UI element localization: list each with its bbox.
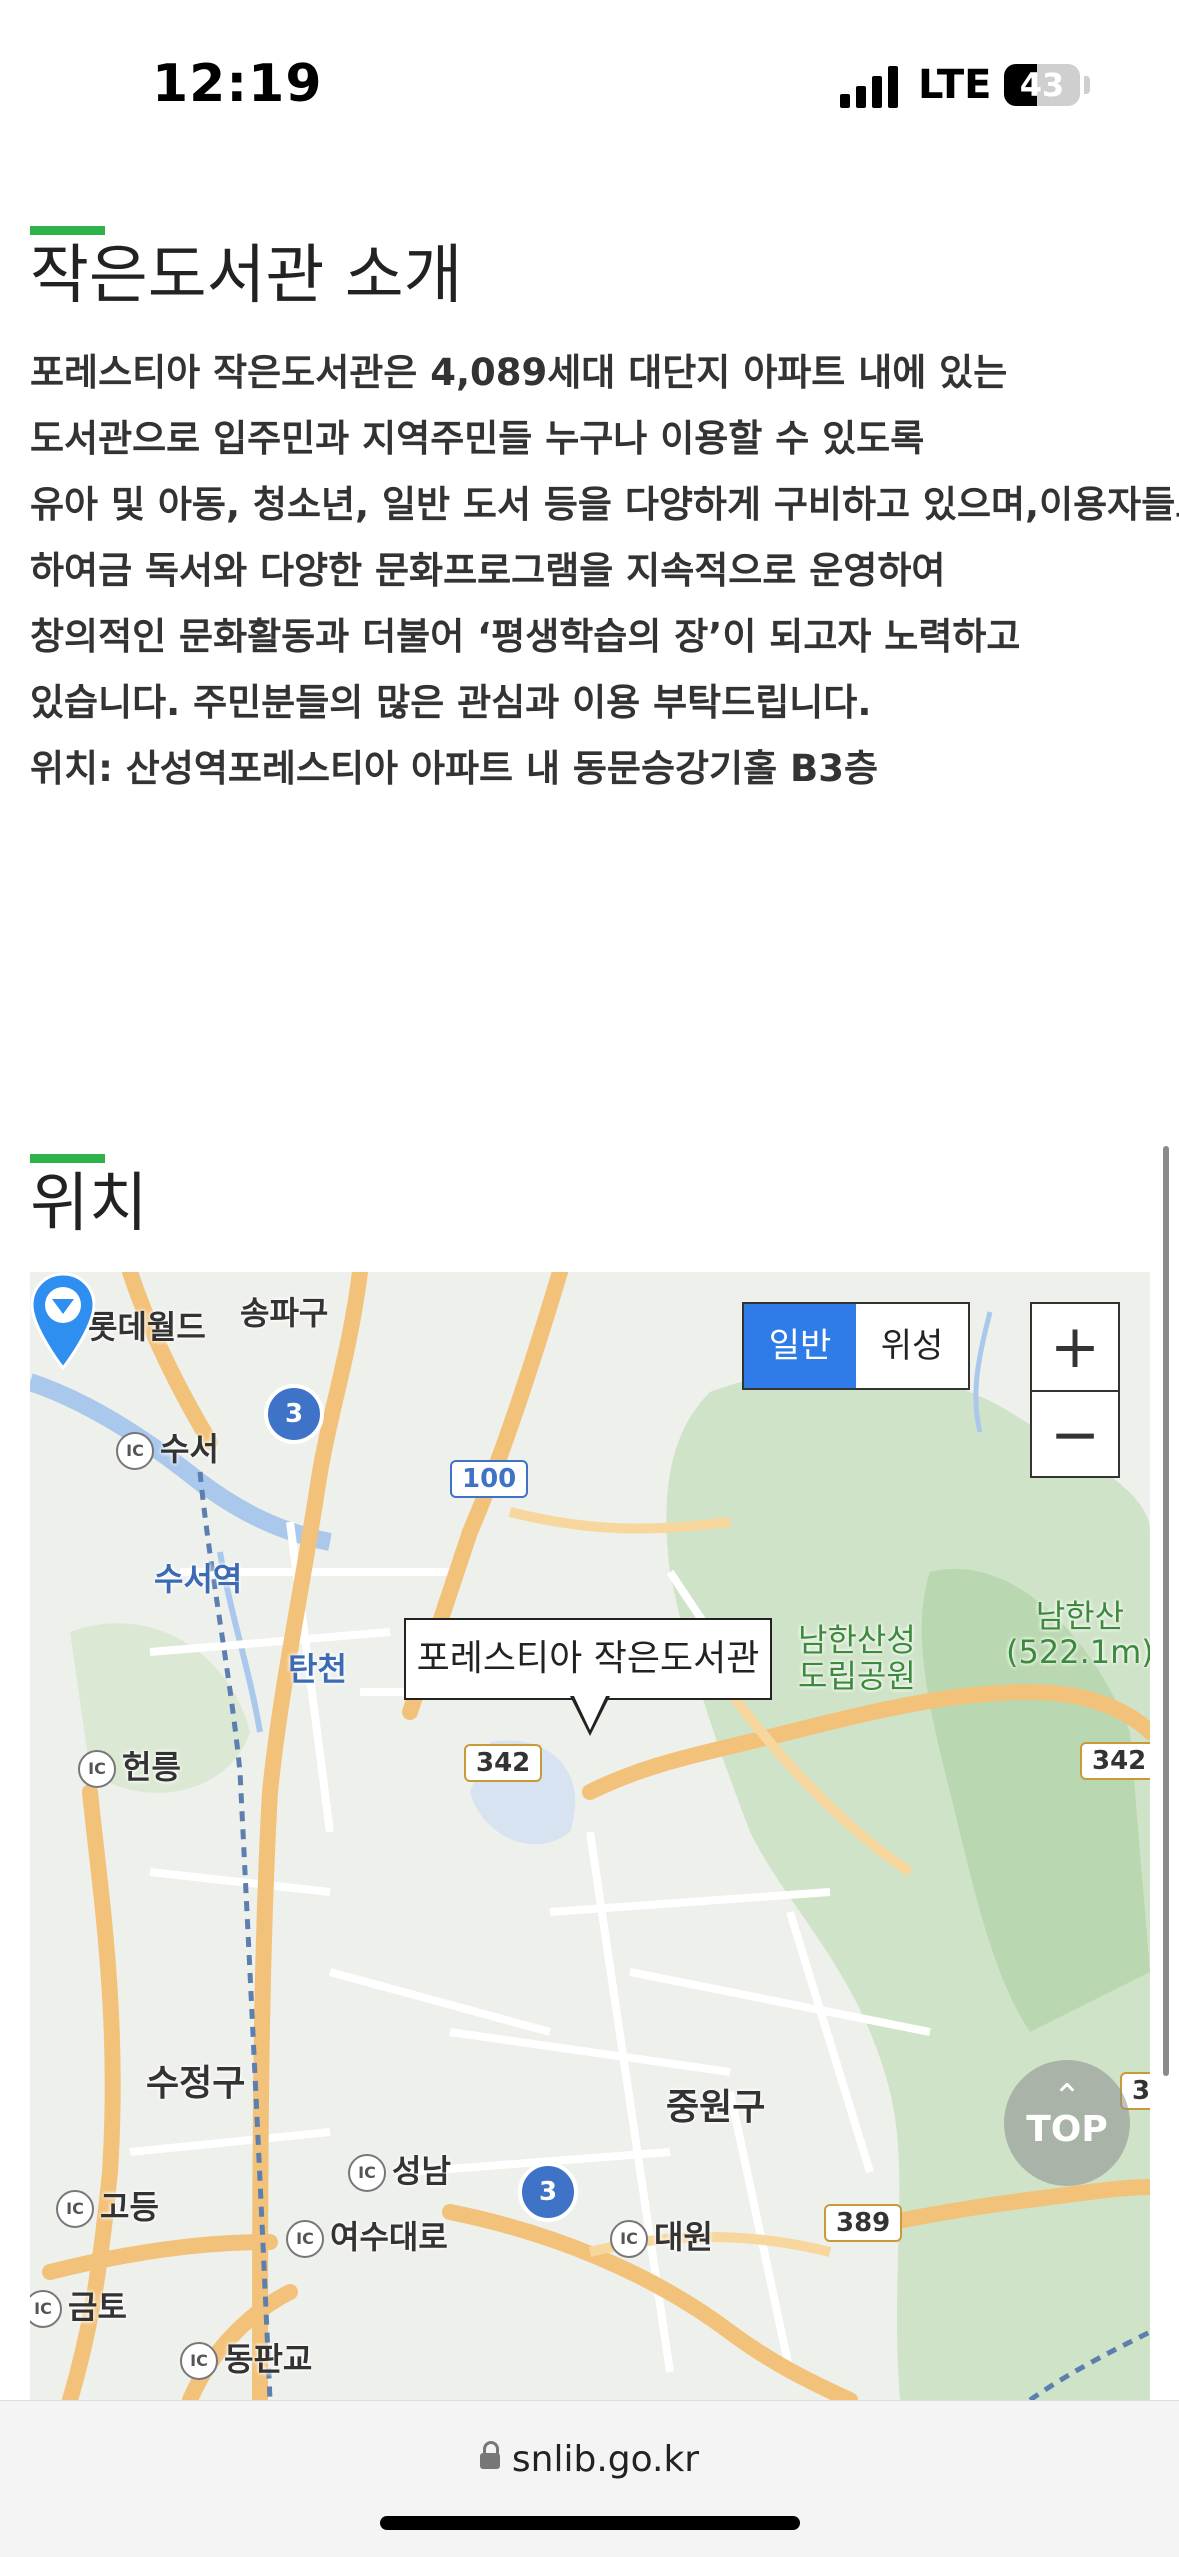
- map-label-yeosu: IC 여수대로: [286, 2212, 448, 2258]
- ic-icon: IC: [286, 2220, 324, 2258]
- map-label-songpa: 송파구: [240, 1294, 329, 1332]
- url-text: snlib.go.kr: [511, 2439, 700, 2480]
- intro-line: 유아 및 아동, 청소년, 일반 도서 등을 다양하게 구비하고 있으며,이용자…: [30, 483, 1179, 526]
- location-title: 위치: [30, 1167, 148, 1241]
- status-time: 12:19: [152, 54, 323, 114]
- route-badge-100: 100: [450, 1460, 529, 1498]
- ic-icon: IC: [348, 2154, 386, 2192]
- route-badge-3: 3: [264, 1384, 324, 1444]
- map-label-sujeong: 수정구: [146, 2063, 246, 2104]
- map-label-jungwon: 중원구: [666, 2087, 766, 2128]
- map-label-suseo: IC 수서: [116, 1424, 219, 1470]
- ic-icon: IC: [78, 1750, 116, 1788]
- map-label-heonneung: IC 헌릉: [78, 1742, 181, 1788]
- map-type-toggle[interactable]: 일반 위성: [742, 1302, 970, 1390]
- map-label-tancheon: 탄천: [288, 1650, 347, 1688]
- intro-line: 창의적인 문화활동과 더불어 ‘평생학습의 장’이 되고자 노력하고: [30, 615, 1021, 658]
- ic-icon: IC: [116, 1432, 154, 1470]
- map-label-godeung: IC 고등: [56, 2182, 159, 2228]
- map-label-suseo-station: 수서역: [154, 1560, 243, 1598]
- map-label-geumto: IC 금토: [30, 2282, 127, 2328]
- map-type-satellite-button[interactable]: 위성: [856, 1304, 968, 1388]
- ic-icon: IC: [610, 2220, 648, 2258]
- route-badge-342: 342: [464, 1744, 543, 1782]
- map-label-daewon: IC 대원: [610, 2212, 713, 2258]
- intro-location-line: 위치: 산성역포레스티아 아파트 내 동문승강기홀 B3층: [30, 747, 878, 790]
- intro-title: 작은도서관 소개: [30, 239, 463, 313]
- intro-text: 포레스티아 작은도서관은 4,089세대 대단지 아파트 내에 있는 도서관으로…: [30, 340, 1179, 802]
- url-display[interactable]: snlib.go.kr: [0, 2439, 1179, 2480]
- map-type-normal-button[interactable]: 일반: [744, 1304, 856, 1388]
- zoom-in-button[interactable]: +: [1032, 1304, 1118, 1392]
- zoom-controls: + −: [1030, 1302, 1120, 1478]
- scrollbar[interactable]: [1163, 1146, 1169, 2076]
- intro-line: 하여금 독서와 다양한 문화프로그램을 지속적으로 운영하여: [30, 549, 946, 592]
- intro-line: 포레스티아 작은도서관은 4,089세대 대단지 아파트 내에 있는: [30, 351, 1008, 394]
- marker-info-label[interactable]: 포레스티아 작은도서관: [404, 1618, 772, 1700]
- location-map[interactable]: 롯데월드 송파구 IC 수서 수서역 탄천 IC 헌릉 남한산성 도립공원 남한산 …: [30, 1272, 1150, 2400]
- ic-icon: IC: [56, 2190, 94, 2228]
- url-bar[interactable]: snlib.go.kr: [0, 2400, 1179, 2557]
- status-bar: 12:19 LTE 43: [0, 0, 1179, 150]
- signal-icon: [840, 64, 900, 108]
- map-label-namhansan: 남한산 (522.1m): [1006, 1597, 1150, 1671]
- route-badge-389: 389: [824, 2204, 903, 2242]
- top-button-label: TOP: [1026, 2109, 1108, 2150]
- scroll-to-top-button[interactable]: ⌃ TOP: [1004, 2060, 1130, 2186]
- map-label-seongnam: IC 성남: [348, 2146, 451, 2192]
- map-label-dongpangyo: IC 동판교: [180, 2334, 312, 2380]
- intro-line: 도서관으로 입주민과 지역주민들 누구나 이용할 수 있도록: [30, 417, 925, 460]
- lock-icon: [479, 2441, 500, 2469]
- route-badge-342: 342: [1080, 1742, 1150, 1780]
- location-pin-icon[interactable]: [30, 1272, 96, 1372]
- zoom-out-button[interactable]: −: [1032, 1392, 1118, 1478]
- network-label: LTE: [918, 62, 992, 108]
- battery-cap: [1084, 76, 1090, 94]
- chevron-up-icon: ⌃: [1052, 2077, 1082, 2117]
- route-badge-3: 3: [518, 2162, 578, 2222]
- home-indicator[interactable]: [380, 2516, 800, 2530]
- map-label-lotte-world: 롯데월드: [88, 1308, 206, 1346]
- info-label-tail-fill: [573, 1694, 607, 1730]
- ic-icon: IC: [30, 2290, 62, 2328]
- battery-level: 43: [1019, 66, 1065, 104]
- battery-icon: 43: [1004, 64, 1080, 106]
- ic-icon: IC: [180, 2342, 218, 2380]
- map-label-namhansanseong: 남한산성 도립공원: [798, 1621, 916, 1695]
- intro-line: 있습니다. 주민분들의 많은 관심과 이용 부탁드립니다.: [30, 681, 872, 724]
